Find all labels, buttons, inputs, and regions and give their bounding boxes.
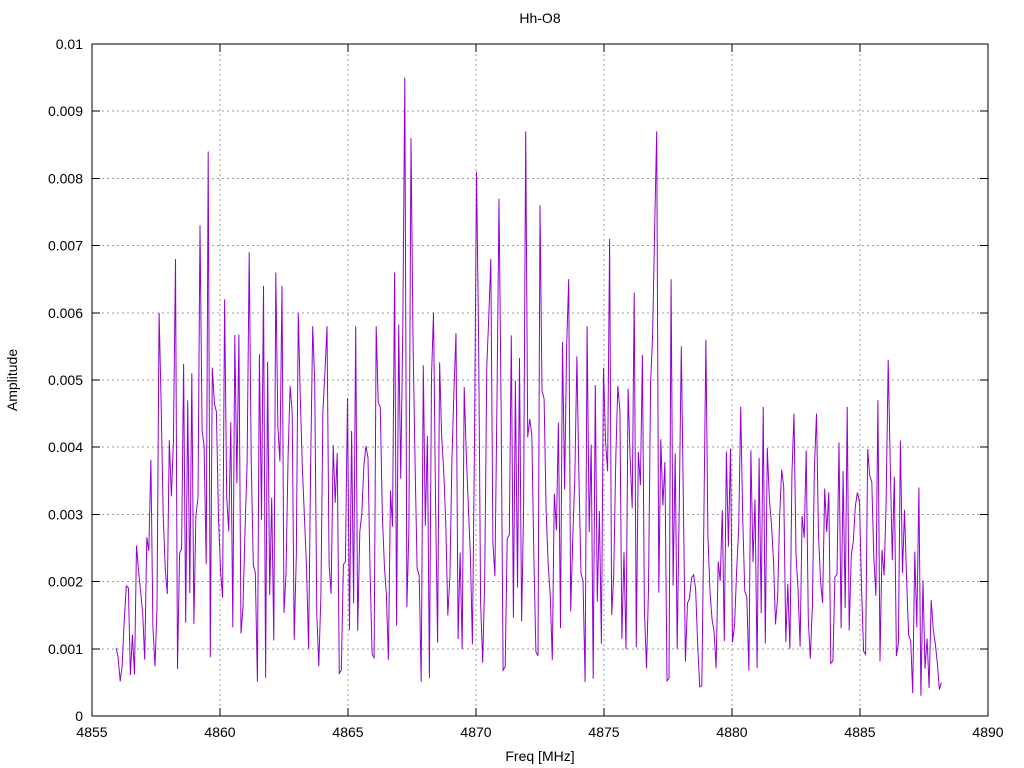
y-tick-label: 0.005 — [48, 372, 83, 388]
y-tick-label: 0.003 — [48, 506, 83, 522]
y-tick-label: 0.002 — [48, 574, 83, 590]
x-tick-label: 4880 — [716, 724, 747, 740]
y-tick-label: 0.007 — [48, 238, 83, 254]
x-tick-label: 4870 — [460, 724, 491, 740]
x-tick-label: 4860 — [204, 724, 235, 740]
chart-title: Hh-O8 — [519, 10, 560, 26]
x-tick-label: 4865 — [332, 724, 363, 740]
y-tick-label: 0.001 — [48, 641, 83, 657]
plot-page: Hh-O8 Freq [MHz] Amplitude 4855 4860 4865 4… — [0, 0, 1024, 768]
x-tick-label: 4890 — [972, 724, 1003, 740]
data-layer — [115, 77, 942, 696]
y-tick-label: 0.004 — [48, 439, 83, 455]
x-axis-label: Freq [MHz] — [505, 748, 574, 764]
grid-layer — [92, 44, 988, 716]
spectrum-chart: Hh-O8 Freq [MHz] Amplitude 4855 4860 4865 4… — [4, 10, 1004, 764]
spectrum-line — [115, 77, 942, 696]
y-axis-label: Amplitude — [4, 349, 20, 411]
y-tick-label: 0.008 — [48, 170, 83, 186]
x-tick-label: 4855 — [76, 724, 107, 740]
x-tick-label: 4885 — [844, 724, 875, 740]
y-tick-label: 0.009 — [48, 103, 83, 119]
y-tick-label: 0.006 — [48, 305, 83, 321]
x-tick-label: 4875 — [588, 724, 619, 740]
y-tick-label: 0.01 — [56, 36, 83, 52]
y-tick-label: 0 — [75, 708, 83, 724]
